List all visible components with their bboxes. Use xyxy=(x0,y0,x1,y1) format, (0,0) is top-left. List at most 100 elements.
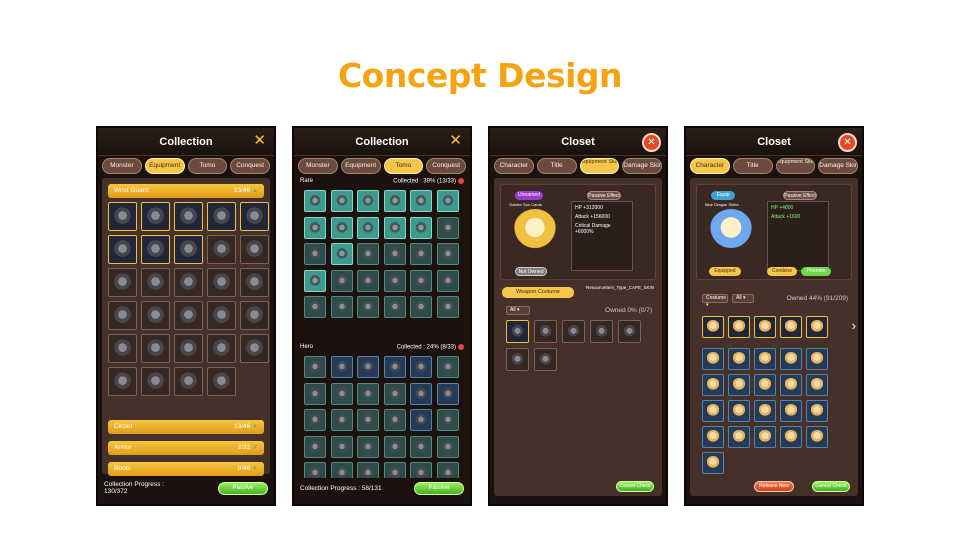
grid-item[interactable] xyxy=(383,382,406,405)
grid-item[interactable] xyxy=(357,216,379,239)
tab-conquest[interactable]: Conquest xyxy=(426,158,466,174)
grid-item[interactable] xyxy=(357,296,379,318)
grid-item[interactable] xyxy=(410,356,432,378)
grid-item[interactable] xyxy=(207,235,236,264)
grid-item[interactable] xyxy=(383,190,406,212)
tab-damage-skin[interactable]: Damage Skin xyxy=(622,158,662,174)
grid-item[interactable] xyxy=(728,400,750,422)
grid-item[interactable] xyxy=(357,382,379,405)
grid-item[interactable] xyxy=(304,190,326,212)
close-icon[interactable]: ✕ xyxy=(838,133,857,152)
grid-item[interactable] xyxy=(330,243,353,265)
grid-item[interactable] xyxy=(304,382,326,405)
tab-cape-skin[interactable]: ResourceItem_Type_CAPE_SKIN xyxy=(580,285,660,291)
grid-item[interactable] xyxy=(383,356,406,378)
grid-item[interactable] xyxy=(728,316,750,338)
grid-item[interactable] xyxy=(330,269,353,292)
grid-item[interactable] xyxy=(806,316,828,338)
grid-item[interactable] xyxy=(436,243,459,265)
grid-item[interactable] xyxy=(207,202,236,231)
section-header-circlet[interactable]: Circlet 13/46 ▼ xyxy=(108,420,264,434)
tab-equipment-skin[interactable]: Equipment Skin xyxy=(579,158,620,174)
grid-item[interactable] xyxy=(534,348,557,371)
combine-button[interactable]: Combine xyxy=(767,267,797,276)
grid-item[interactable] xyxy=(410,243,432,265)
grid-item[interactable] xyxy=(330,382,353,405)
chevron-right-icon[interactable]: › xyxy=(852,318,856,333)
grid-item[interactable] xyxy=(108,334,137,363)
grid-item[interactable] xyxy=(702,400,724,422)
grid-item[interactable] xyxy=(240,334,269,363)
grid-item[interactable] xyxy=(702,374,724,396)
grid-item[interactable] xyxy=(108,301,137,330)
grid-item[interactable] xyxy=(240,202,269,231)
tab-monster[interactable]: Monster xyxy=(102,158,142,174)
grid-item[interactable] xyxy=(436,409,459,431)
grid-item[interactable] xyxy=(780,374,802,396)
grid-item[interactable] xyxy=(174,268,203,297)
grid-item[interactable] xyxy=(436,296,459,318)
section-header-boots[interactable]: Boots 0/46 ▼ xyxy=(108,462,264,476)
grid-item[interactable] xyxy=(108,367,137,396)
grid-item[interactable] xyxy=(436,356,459,378)
grid-item[interactable] xyxy=(702,316,724,338)
grid-item[interactable] xyxy=(108,202,137,231)
grid-item[interactable] xyxy=(240,268,269,297)
grid-item[interactable] xyxy=(207,301,236,330)
grid-item[interactable] xyxy=(410,190,432,212)
grid-item[interactable] xyxy=(506,320,529,343)
grid-item[interactable] xyxy=(702,348,724,370)
grid-item[interactable] xyxy=(436,435,459,458)
grid-item[interactable] xyxy=(780,426,802,448)
grid-item[interactable] xyxy=(330,190,353,212)
grid-item[interactable] xyxy=(330,216,353,239)
grid-item[interactable] xyxy=(590,320,613,343)
grid-item[interactable] xyxy=(357,269,379,292)
grid-item[interactable] xyxy=(383,435,406,458)
tab-character[interactable]: Character xyxy=(690,158,730,174)
tab-equipment-skin[interactable]: Equipment Skin xyxy=(775,158,816,174)
grid-item[interactable] xyxy=(141,367,170,396)
grid-item[interactable] xyxy=(754,348,776,370)
grid-item[interactable] xyxy=(240,235,269,264)
grid-item[interactable] xyxy=(780,400,802,422)
grid-item[interactable] xyxy=(383,296,406,318)
grid-item[interactable] xyxy=(304,296,326,318)
grid-item[interactable] xyxy=(806,374,828,396)
filter-select[interactable]: All ▾ xyxy=(506,306,530,315)
costume-filter-select[interactable]: Costume ▾ xyxy=(702,294,728,308)
grid-item[interactable] xyxy=(304,269,326,292)
grid-item[interactable] xyxy=(754,316,776,338)
grid-item[interactable] xyxy=(383,216,406,239)
tab-equipment[interactable]: Equipment xyxy=(144,158,185,174)
grid-item[interactable] xyxy=(410,409,432,431)
promote-button[interactable]: Promote xyxy=(801,267,831,276)
grid-item[interactable] xyxy=(174,235,203,264)
grid-item[interactable] xyxy=(174,202,203,231)
cancel-check-button[interactable]: Cancel Check xyxy=(616,481,654,492)
grid-item[interactable] xyxy=(618,320,641,343)
grid-item[interactable] xyxy=(330,356,353,378)
grid-item[interactable] xyxy=(754,374,776,396)
grid-item[interactable] xyxy=(436,190,459,212)
grid-item[interactable] xyxy=(410,296,432,318)
grid-item[interactable] xyxy=(357,243,379,265)
close-icon[interactable]: ✕ xyxy=(253,132,266,150)
grid-item[interactable] xyxy=(304,243,326,265)
grid-item[interactable] xyxy=(240,301,269,330)
grid-item[interactable] xyxy=(304,435,326,458)
section-header-armor[interactable]: Armor 2/32 ▼ xyxy=(108,441,264,455)
grid-item[interactable] xyxy=(806,348,828,370)
grid-item[interactable] xyxy=(174,367,203,396)
tab-title[interactable]: Title xyxy=(732,158,773,174)
grid-item[interactable] xyxy=(207,268,236,297)
grid-item[interactable] xyxy=(383,243,406,265)
grid-item[interactable] xyxy=(702,426,724,448)
grid-item[interactable] xyxy=(141,268,170,297)
tab-damage-skin[interactable]: Damage Skin xyxy=(818,158,858,174)
grid-item[interactable] xyxy=(330,435,353,458)
grid-item[interactable] xyxy=(562,320,585,343)
grid-item[interactable] xyxy=(534,320,557,343)
tab-conquest[interactable]: Conquest xyxy=(230,158,270,174)
grid-item[interactable] xyxy=(436,216,459,239)
